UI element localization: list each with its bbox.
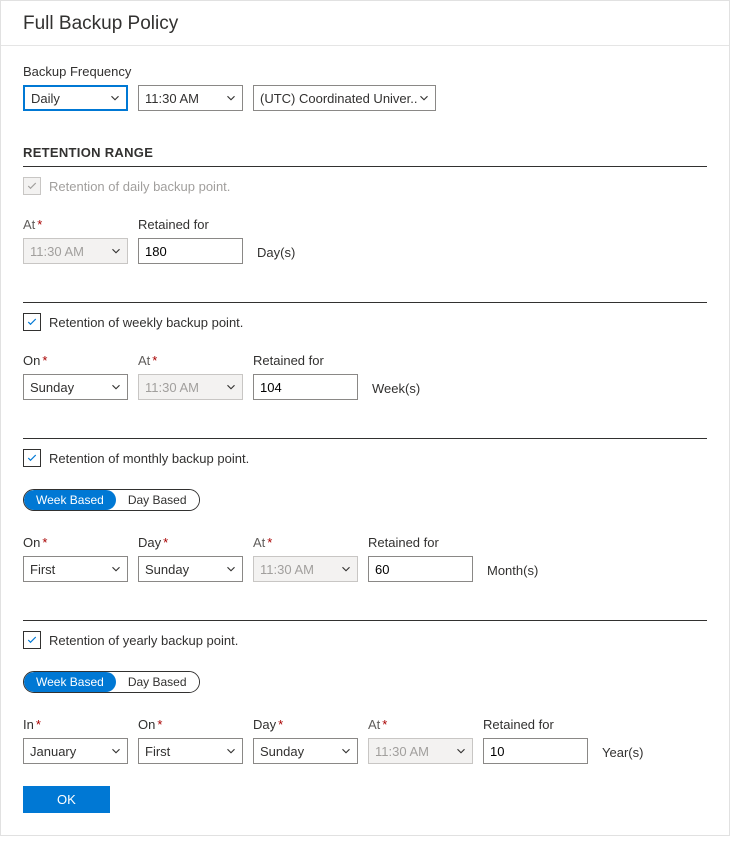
yearly-basis-toggle[interactable]: Week Based Day Based xyxy=(23,671,200,693)
frequency-time-select[interactable]: 11:30 AM xyxy=(138,85,243,111)
weekly-at-label: At* xyxy=(138,353,243,368)
yearly-retention-label: Retention of yearly backup point. xyxy=(49,633,238,648)
monthly-unit: Month(s) xyxy=(487,563,538,578)
yearly-in-label: In* xyxy=(23,717,128,732)
chevron-down-icon xyxy=(108,91,122,105)
monthly-on-select[interactable]: First xyxy=(23,556,128,582)
yearly-retention-checkbox[interactable] xyxy=(23,631,41,649)
chevron-down-icon xyxy=(224,91,238,105)
yearly-in-value: January xyxy=(30,744,76,759)
monthly-at-select: 11:30 AM xyxy=(253,556,358,582)
divider xyxy=(23,620,707,621)
yearly-in-select[interactable]: January xyxy=(23,738,128,764)
page-title: Full Backup Policy xyxy=(23,13,707,35)
divider xyxy=(23,302,707,303)
monthly-retained-input-wrap[interactable] xyxy=(368,556,473,582)
divider xyxy=(23,438,707,439)
chevron-down-icon xyxy=(339,744,353,758)
yearly-at-select: 11:30 AM xyxy=(368,738,473,764)
chevron-down-icon xyxy=(109,562,123,576)
chevron-down-icon xyxy=(454,744,468,758)
chevron-down-icon xyxy=(109,380,123,394)
monthly-week-based-option[interactable]: Week Based xyxy=(24,490,116,510)
weekly-retention-label: Retention of weekly backup point. xyxy=(49,315,243,330)
daily-retained-input-wrap[interactable] xyxy=(138,238,243,264)
yearly-on-label: On* xyxy=(138,717,243,732)
ok-button[interactable]: OK xyxy=(23,786,110,813)
daily-retention-checkbox xyxy=(23,177,41,195)
chevron-down-icon xyxy=(109,244,123,258)
chevron-down-icon xyxy=(224,562,238,576)
weekly-retained-input[interactable] xyxy=(260,375,351,399)
monthly-day-value: Sunday xyxy=(145,562,189,577)
daily-at-label: At* xyxy=(23,217,128,232)
monthly-day-based-option[interactable]: Day Based xyxy=(116,490,199,510)
frequency-timezone-value: (UTC) Coordinated Univer... xyxy=(260,91,417,106)
monthly-day-label: Day* xyxy=(138,535,243,550)
yearly-retained-label: Retained for xyxy=(483,717,588,732)
yearly-retained-input-wrap[interactable] xyxy=(483,738,588,764)
daily-at-value: 11:30 AM xyxy=(30,244,84,259)
monthly-day-select[interactable]: Sunday xyxy=(138,556,243,582)
weekly-on-value: Sunday xyxy=(30,380,74,395)
weekly-retention-checkbox[interactable] xyxy=(23,313,41,331)
monthly-at-label: At* xyxy=(253,535,358,550)
yearly-retained-input[interactable] xyxy=(490,739,581,763)
daily-at-select: 11:30 AM xyxy=(23,238,128,264)
retention-title: RETENTION RANGE xyxy=(23,145,707,160)
daily-retained-input[interactable] xyxy=(145,239,236,263)
yearly-day-select[interactable]: Sunday xyxy=(253,738,358,764)
frequency-schedule-select[interactable]: Daily xyxy=(23,85,128,111)
monthly-retention-label: Retention of monthly backup point. xyxy=(49,451,249,466)
chevron-down-icon xyxy=(339,562,353,576)
yearly-unit: Year(s) xyxy=(602,745,643,760)
yearly-on-select[interactable]: First xyxy=(138,738,243,764)
daily-retained-label: Retained for xyxy=(138,217,243,232)
monthly-retained-input[interactable] xyxy=(375,557,466,581)
yearly-at-label: At* xyxy=(368,717,473,732)
weekly-at-value: 11:30 AM xyxy=(145,380,199,395)
frequency-schedule-value: Daily xyxy=(31,91,60,106)
weekly-on-select[interactable]: Sunday xyxy=(23,374,128,400)
yearly-day-based-option[interactable]: Day Based xyxy=(116,672,199,692)
monthly-retained-label: Retained for xyxy=(368,535,473,550)
chevron-down-icon xyxy=(417,91,431,105)
yearly-day-value: Sunday xyxy=(260,744,304,759)
yearly-week-based-option[interactable]: Week Based xyxy=(24,672,116,692)
daily-unit: Day(s) xyxy=(257,245,295,260)
weekly-on-label: On* xyxy=(23,353,128,368)
monthly-basis-toggle[interactable]: Week Based Day Based xyxy=(23,489,200,511)
chevron-down-icon xyxy=(224,380,238,394)
weekly-retained-label: Retained for xyxy=(253,353,358,368)
weekly-retained-input-wrap[interactable] xyxy=(253,374,358,400)
daily-retention-label: Retention of daily backup point. xyxy=(49,179,230,194)
chevron-down-icon xyxy=(109,744,123,758)
chevron-down-icon xyxy=(224,744,238,758)
weekly-at-select: 11:30 AM xyxy=(138,374,243,400)
frequency-timezone-select[interactable]: (UTC) Coordinated Univer... xyxy=(253,85,436,111)
monthly-on-value: First xyxy=(30,562,55,577)
monthly-on-label: On* xyxy=(23,535,128,550)
frequency-label: Backup Frequency xyxy=(23,64,707,79)
monthly-at-value: 11:30 AM xyxy=(260,562,314,577)
weekly-unit: Week(s) xyxy=(372,381,420,396)
frequency-time-value: 11:30 AM xyxy=(145,91,199,106)
monthly-retention-checkbox[interactable] xyxy=(23,449,41,467)
yearly-day-label: Day* xyxy=(253,717,358,732)
divider xyxy=(23,166,707,167)
yearly-at-value: 11:30 AM xyxy=(375,744,429,759)
page-header: Full Backup Policy xyxy=(1,1,729,46)
yearly-on-value: First xyxy=(145,744,170,759)
